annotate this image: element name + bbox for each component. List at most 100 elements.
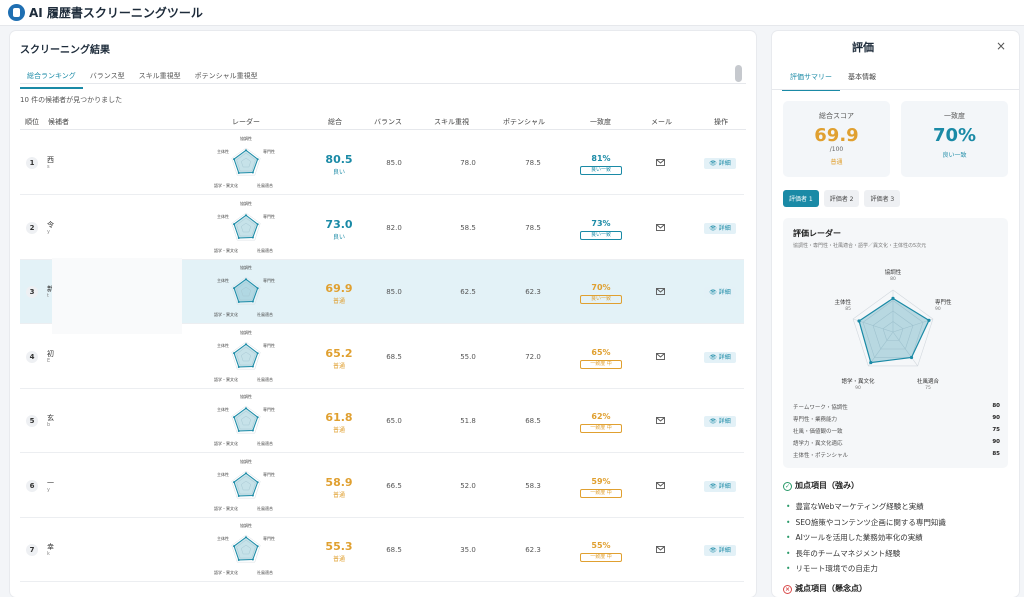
candidate-sub: b (47, 422, 51, 428)
total-score-label: 良い (332, 169, 345, 176)
balance-score: 66.5 (386, 481, 402, 490)
score-value: 75 (992, 427, 1000, 433)
plus-section-title: ✓ 加点項目（強み） (783, 481, 859, 491)
radar-axis-label: 社風適合 (257, 569, 273, 575)
results-panel: スクリーニング結果 総合ランキング バランス型 スキル重視型 ポテンシャル重視型… (10, 31, 756, 597)
radar-axis-label: 協調性 (240, 264, 252, 270)
tab-potential[interactable]: ポテンシャル重視型 (188, 67, 265, 89)
detail-button[interactable]: 👁 詳細 (704, 158, 736, 169)
radar-point (245, 149, 247, 152)
radar-point (237, 429, 240, 432)
match-percent: 55% (591, 541, 611, 550)
radar-axis-label: 語学・異文化 (841, 377, 875, 385)
radar-axis-value: 75 (925, 385, 931, 391)
radar-subtitle: 協調性・専門性・社風適合・語学／異文化・主体性の5次元 (793, 243, 927, 249)
match-percent: 73% (591, 218, 611, 228)
match-value: 70% (932, 125, 977, 146)
tab-summary[interactable]: 評価サマリー (782, 69, 840, 91)
detail-button[interactable]: 👁 詳細 (704, 480, 736, 492)
detail-button[interactable]: 👁 詳細 (704, 287, 736, 298)
radar-point (256, 351, 259, 354)
eye-icon: 👁 (709, 547, 717, 554)
table-row[interactable]: 5 玄 b 協調性 専門性 社風適合 語学・異文化 主体性 61.8 普通 65.0 51.8 68.5… (20, 389, 744, 453)
plus-item: リモート環境での自走力 (786, 563, 878, 574)
mail-icon[interactable] (656, 546, 665, 553)
tab-basic-info[interactable]: 基本情報 (840, 69, 884, 91)
total-score-label: 普通 (332, 427, 345, 434)
radar-point (245, 536, 247, 539)
radar-axis-label: 協調性 (885, 268, 902, 276)
mail-icon[interactable] (656, 352, 665, 360)
eye-icon: 👁 (709, 482, 717, 490)
header-radar: レーダー (232, 118, 260, 126)
mail-icon[interactable] (656, 417, 665, 424)
match-percent: 70% (591, 283, 611, 292)
radar-point (857, 319, 861, 323)
mail-icon[interactable] (656, 481, 665, 489)
score-label: 主体性・ポテンシャル (793, 453, 849, 459)
candidate-sub: y (47, 486, 50, 493)
mini-radar-chart: 協調性専門性社風適合 語学・異文化主体性 (214, 264, 275, 317)
detail-button[interactable]: 👁 詳細 (704, 351, 736, 363)
score-row: 主体性・ポテンシャル 85 (793, 451, 1000, 459)
rank-badge: 6 (26, 479, 38, 492)
x-circle-icon: × (783, 585, 792, 594)
detail-button[interactable]: 👁 詳細 (704, 416, 736, 427)
plus-item: AIツールを活用した業務効率化の実績 (786, 532, 922, 543)
balance-score: 65.0 (386, 417, 402, 425)
detail-button[interactable]: 👁 詳細 (704, 545, 736, 556)
radar-point (233, 480, 236, 483)
tab-overall[interactable]: 総合ランキング (20, 67, 83, 89)
detail-button[interactable]: 👁 詳細 (704, 222, 736, 234)
table-row[interactable]: 1 西 s 協調性 専門性 社風適合 語学・異文化 主体性 80.5 良い 85.0 78.0 78.5… (20, 131, 744, 195)
scrollbar[interactable] (735, 65, 742, 82)
eye-icon: 👁 (709, 353, 717, 361)
radar-axis-label: 専門性 (263, 342, 275, 348)
rank-badge: 1 (26, 157, 38, 169)
score-row: 専門性・業務能力 90 (793, 415, 1000, 423)
table-row[interactable]: 4 初 E 協調性 専門性 社風適合 語学・異文化 主体性 65.2 普通 68.5 55.0 72.0… (20, 325, 744, 389)
mail-icon[interactable] (656, 288, 665, 295)
table-row[interactable]: 2 令 y 協調性 専門性 社風適合 語学・異文化 主体性 73.0 良い 82.0 58.5 78.5… (20, 196, 744, 260)
eye-icon: 👁 (709, 160, 717, 167)
table-row[interactable]: 7 幸 k 協調性 専門性 社風適合 語学・異文化 主体性 55.3 普通 68.5 35.0 62.3… (20, 518, 744, 582)
radar-point (251, 429, 254, 432)
match-percent: 62% (591, 412, 611, 421)
radar-point (233, 545, 236, 548)
skill-score: 55.0 (460, 352, 476, 361)
match-percent: 81% (591, 154, 611, 163)
mail-icon[interactable] (656, 223, 665, 231)
radar-point (927, 318, 931, 322)
mail-icon[interactable] (656, 159, 665, 166)
table-row[interactable]: 6 一 y 協調性 専門性 社風適合 語学・異文化 主体性 58.9 普通 66.5 52.0 58.3… (20, 454, 744, 518)
header-action: 操作 (714, 118, 728, 126)
total-score-card: 総合スコア 69.9 /100 普通 (783, 101, 890, 177)
radar-axis-value: 80 (890, 276, 896, 282)
radar-shape (858, 297, 930, 364)
header-candidate: 候補者 (48, 118, 69, 126)
radar-axis-label: 語学・異文化 (214, 505, 238, 511)
app-title: AI 履歴書スクリーニングツール (29, 6, 203, 20)
eye-icon: 👁 (709, 418, 717, 425)
radar-point (251, 171, 254, 174)
evaluator-3-button[interactable]: 評価者 3 (864, 190, 901, 207)
evaluation-panel: 評価 × 評価サマリー 基本情報 総合スコア 69.9 /100 普通 一致度 … (772, 31, 1019, 597)
tab-skill[interactable]: スキル重視型 (132, 67, 188, 89)
total-score-label: 普通 (332, 362, 345, 370)
close-icon[interactable]: × (996, 39, 1006, 53)
score-label: チームワーク・協調性 (793, 405, 848, 411)
eye-icon: 👁 (709, 224, 717, 232)
evaluator-2-button[interactable]: 評価者 2 (823, 190, 860, 207)
evaluator-1-button[interactable]: 評価者 1 (783, 190, 819, 207)
tab-balance[interactable]: バランス型 (83, 67, 132, 89)
skill-score: 51.8 (460, 417, 476, 425)
radar-axis-label: 社風適合 (257, 247, 273, 253)
radar-point (233, 351, 236, 354)
radar-axis-label: 社風適合 (917, 377, 940, 385)
evaluation-tabs-divider (772, 89, 1019, 90)
total-score-label: 普通 (332, 298, 345, 305)
radar-point (891, 296, 895, 300)
radar-axis-label: 協調性 (240, 200, 252, 206)
radar-axis-label: 語学・異文化 (214, 182, 238, 188)
radar-axis-label: 主体性 (217, 148, 229, 154)
